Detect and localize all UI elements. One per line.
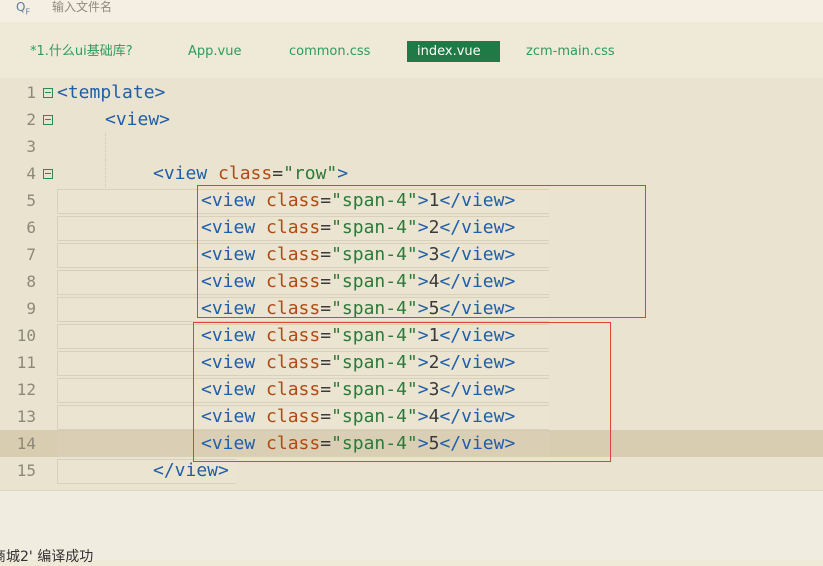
editor-tab-bar: *1.什么ui基础库? App.vue common.css index.vue… [0, 22, 823, 70]
line-number: 2 [26, 110, 36, 129]
line-number: 10 [16, 326, 36, 345]
tab-index-vue[interactable]: index.vue [407, 41, 500, 62]
code-line: 1 <template> [0, 79, 823, 106]
line-number: 7 [26, 245, 36, 264]
fold-icon[interactable] [43, 169, 53, 179]
tab-zcm-main-css[interactable]: zcm-main.css [526, 41, 615, 62]
search-icon[interactable]: QF [16, 0, 30, 16]
console-panel: 商城2' 编译成功 [0, 490, 823, 565]
code-line: 4 <view class="row"> [0, 160, 823, 187]
line-number: 5 [26, 191, 36, 210]
code-token: <view class="row"> [153, 163, 349, 184]
code-token: <view> [105, 109, 171, 130]
fold-icon[interactable] [43, 88, 53, 98]
line-number: 11 [16, 353, 36, 372]
line-number: 9 [26, 299, 36, 318]
line-number: 13 [16, 407, 36, 426]
file-search-bar: QF [0, 0, 823, 23]
line-number: 1 [26, 83, 36, 102]
code-line: 2 <view> [0, 106, 823, 133]
annotation-box-2 [193, 322, 611, 462]
code-token: <template> [57, 82, 166, 103]
annotation-box-1 [197, 185, 646, 318]
line-number: 8 [26, 272, 36, 291]
console-message: 商城2' 编译成功 [0, 549, 94, 565]
line-number: 6 [26, 218, 36, 237]
tab-ui-basics[interactable]: *1.什么ui基础库? [30, 41, 133, 62]
file-search-input[interactable] [52, 0, 352, 15]
indent-guide [105, 160, 106, 187]
fold-icon[interactable] [43, 115, 53, 125]
tab-common-css[interactable]: common.css [289, 41, 370, 62]
code-line: 3 [0, 133, 823, 160]
line-number: 4 [26, 164, 36, 183]
line-number: 12 [16, 380, 36, 399]
line-number: 15 [16, 461, 36, 480]
line-number: 14 [16, 434, 36, 453]
line-number: 3 [26, 137, 36, 156]
indent-guide [105, 133, 106, 160]
code-editor[interactable]: 1 <template> 2 <view> 3 4 <view class="r… [0, 78, 823, 490]
tab-app-vue[interactable]: App.vue [188, 41, 241, 62]
